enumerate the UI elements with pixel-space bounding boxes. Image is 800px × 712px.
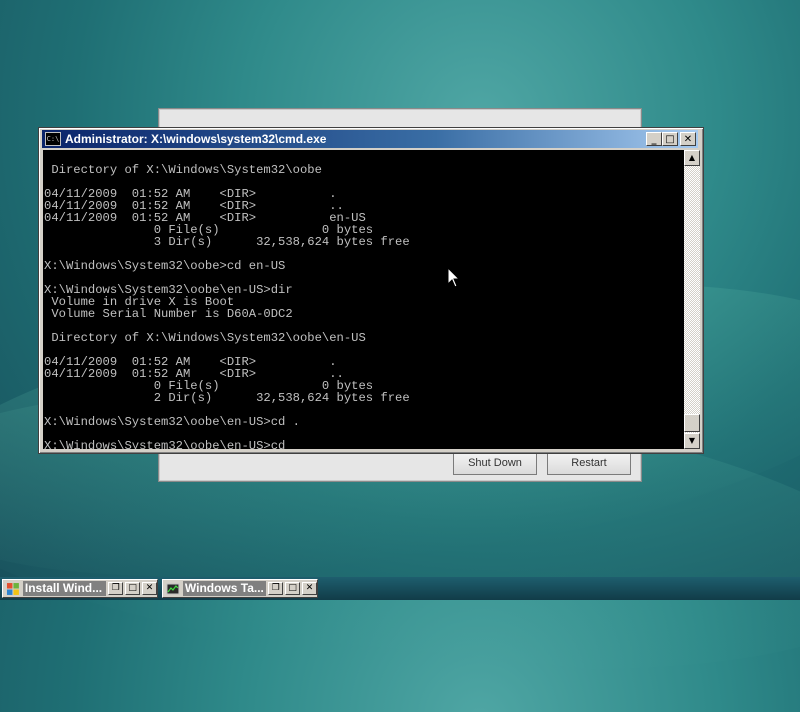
console-output[interactable]: Directory of X:\Windows\System32\oobe 04… (43, 150, 684, 449)
taskbar: Install Wind... ❐ □ ✕ Windows Ta... ❐ □ … (0, 577, 800, 600)
cmd-icon[interactable]: C:\ (45, 132, 61, 146)
close-button[interactable]: ✕ (302, 582, 318, 595)
task-manager-icon (166, 583, 180, 594)
taskbar-item-label: Install Wind... (22, 581, 107, 596)
scroll-down-button[interactable]: ▼ (684, 433, 700, 449)
window-controls: _ □ ✕ (646, 132, 696, 146)
mouse-cursor-icon (447, 267, 461, 288)
cmd-window[interactable]: C:\ Administrator: X:\windows\system32\c… (38, 127, 704, 454)
windows-setup-icon (6, 582, 19, 595)
restart-button[interactable]: Restart (547, 451, 631, 475)
maximize-button[interactable]: □ (662, 132, 678, 146)
maximize-button[interactable]: □ (285, 582, 301, 595)
minimize-button[interactable]: _ (646, 132, 662, 146)
shut-down-button[interactable]: Shut Down (453, 451, 537, 475)
cmd-title-bar[interactable]: C:\ Administrator: X:\windows\system32\c… (42, 130, 698, 148)
cmd-window-title: Administrator: X:\windows\system32\cmd.e… (65, 132, 327, 146)
restore-button[interactable]: ❐ (108, 582, 124, 595)
scroll-thumb[interactable] (684, 414, 700, 432)
maximize-button[interactable]: □ (125, 582, 141, 595)
taskbar-item-install-windows[interactable]: Install Wind... ❐ □ ✕ (2, 579, 158, 598)
console-area[interactable]: Directory of X:\Windows\System32\oobe 04… (43, 150, 684, 449)
taskbar-item-label: Windows Ta... (182, 581, 267, 596)
restore-button[interactable]: ❐ (268, 582, 284, 595)
scroll-up-button[interactable]: ▲ (684, 150, 700, 166)
close-button[interactable]: ✕ (142, 582, 158, 595)
taskbar-item-task-manager[interactable]: Windows Ta... ❐ □ ✕ (162, 579, 318, 598)
close-button[interactable]: ✕ (680, 132, 696, 146)
vertical-scrollbar[interactable]: ▲ ▼ (684, 150, 700, 449)
